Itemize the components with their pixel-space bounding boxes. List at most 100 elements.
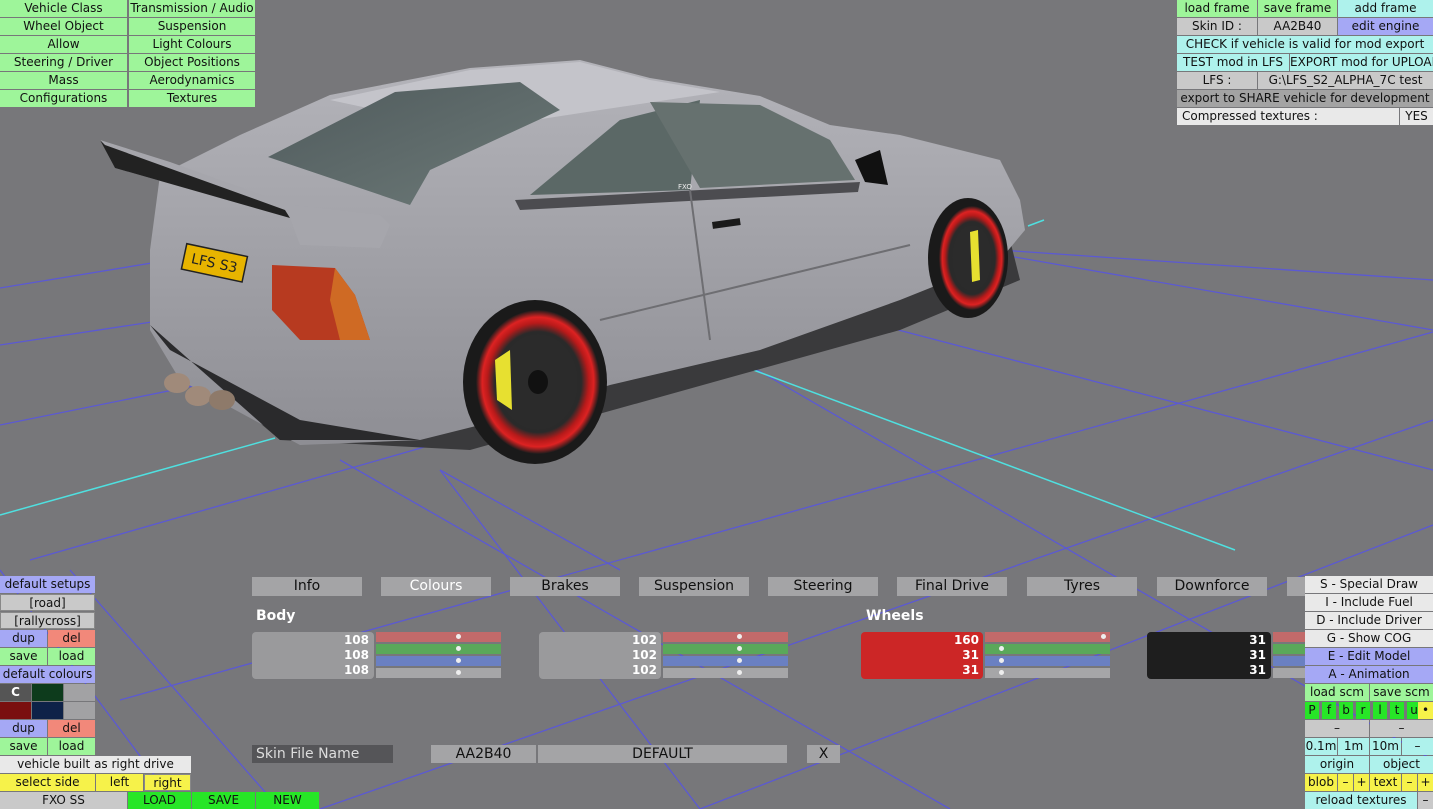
default-setups-button[interactable]: default setups (0, 576, 95, 593)
check-valid-button[interactable]: CHECK if vehicle is valid for mod export (1177, 36, 1433, 53)
wheels-2-green-slider[interactable] (1273, 644, 1305, 654)
skin-close-button[interactable]: X (807, 745, 840, 763)
tab-more[interactable] (1287, 577, 1305, 596)
test-mod-button[interactable]: TEST mod in LFS (1177, 54, 1289, 71)
body-2-red-slider[interactable] (663, 632, 788, 642)
add-frame-button[interactable]: add frame (1338, 0, 1433, 17)
body-2-blue-slider[interactable] (663, 656, 788, 666)
car-new-button[interactable]: NEW (256, 792, 319, 809)
lfs-path[interactable]: G:\LFS_S2_ALPHA_7C test (1258, 72, 1433, 89)
object-button[interactable]: object (1370, 756, 1433, 773)
setup-rallycross-button[interactable]: [rallycross] (0, 612, 95, 629)
menu-vehicle-class[interactable]: Vehicle Class (0, 0, 127, 17)
reload-textures-button[interactable]: reload textures (1305, 792, 1417, 809)
include-driver-toggle[interactable]: D - Include Driver (1305, 612, 1433, 629)
tab-brakes[interactable]: Brakes (510, 577, 620, 596)
save-scm-button[interactable]: save scm (1370, 684, 1433, 701)
menu-suspension[interactable]: Suspension (129, 18, 255, 35)
tab-downforce[interactable]: Downforce (1157, 577, 1267, 596)
export-share-button[interactable]: export to SHARE vehicle for development (1177, 90, 1433, 107)
colour-slot-grey-2[interactable] (64, 702, 95, 719)
tab-suspension[interactable]: Suspension (639, 577, 749, 596)
step-10m-button[interactable]: 10m (1370, 738, 1401, 755)
setup-road-button[interactable]: [road] (0, 594, 95, 611)
car-name-field[interactable]: FXO SS (0, 792, 127, 809)
wheels-2-alpha-slider[interactable] (1273, 668, 1305, 678)
text-minus-button[interactable]: – (1402, 774, 1417, 791)
view-l-button[interactable]: l (1373, 702, 1387, 719)
export-mod-button[interactable]: EXPORT mod for UPLOAD (1290, 54, 1433, 71)
compressed-textures-toggle[interactable]: YES (1400, 108, 1433, 125)
colour-load-button[interactable]: load (48, 738, 95, 755)
menu-mass[interactable]: Mass (0, 72, 127, 89)
save-frame-button[interactable]: save frame (1258, 0, 1337, 17)
step-01m-button[interactable]: 0.1m (1305, 738, 1337, 755)
view-p-button[interactable]: P (1305, 702, 1319, 719)
origin-button[interactable]: origin (1305, 756, 1369, 773)
side-left-button[interactable]: left (96, 774, 143, 791)
setup-dup-button[interactable]: dup (0, 630, 47, 647)
menu-transmission-audio[interactable]: Transmission / Audio (129, 0, 255, 17)
tab-tyres[interactable]: Tyres (1027, 577, 1137, 596)
skin-id-field[interactable]: AA2B40 (431, 745, 536, 763)
menu-textures[interactable]: Textures (129, 90, 255, 107)
text-plus-button[interactable]: + (1418, 774, 1433, 791)
blob-minus-button[interactable]: – (1338, 774, 1353, 791)
tab-info[interactable]: Info (252, 577, 362, 596)
colour-save-button[interactable]: save (0, 738, 47, 755)
default-colours-button[interactable]: default colours (0, 666, 95, 683)
blob-plus-button[interactable]: + (1354, 774, 1369, 791)
view-b-button[interactable]: b (1339, 702, 1353, 719)
side-right-button[interactable]: right (144, 774, 191, 791)
menu-light-colours[interactable]: Light Colours (129, 36, 255, 53)
setup-del-button[interactable]: del (48, 630, 95, 647)
wheels-1-alpha-slider[interactable] (985, 668, 1110, 678)
skin-name-field[interactable]: DEFAULT (538, 745, 787, 763)
menu-object-positions[interactable]: Object Positions (129, 54, 255, 71)
colour-del-button[interactable]: del (48, 720, 95, 737)
step-minus-right-button[interactable]: – (1370, 720, 1433, 737)
tab-final-drive[interactable]: Final Drive (897, 577, 1007, 596)
body-2-green-slider[interactable] (663, 644, 788, 654)
colour-slot-blue[interactable] (32, 702, 63, 719)
colour-slot-green[interactable] (32, 684, 63, 701)
view-f-button[interactable]: f (1322, 702, 1336, 719)
step-minus-button[interactable]: – (1402, 738, 1433, 755)
menu-allow[interactable]: Allow (0, 36, 127, 53)
wheels-1-red-slider[interactable] (985, 632, 1110, 642)
load-frame-button[interactable]: load frame (1177, 0, 1257, 17)
body-1-blue-slider[interactable] (376, 656, 501, 666)
wheels-1-green-slider[interactable] (985, 644, 1110, 654)
menu-aerodynamics[interactable]: Aerodynamics (129, 72, 255, 89)
body-1-green-slider[interactable] (376, 644, 501, 654)
body-2-alpha-slider[interactable] (663, 668, 788, 678)
setup-save-button[interactable]: save (0, 648, 47, 665)
tab-colours[interactable]: Colours (381, 577, 491, 596)
view-t-button[interactable]: t (1390, 702, 1404, 719)
view-dot-button[interactable]: • (1418, 702, 1433, 719)
car-load-button[interactable]: LOAD (128, 792, 191, 809)
wheels-2-red-slider[interactable] (1273, 632, 1305, 642)
colour-dup-button[interactable]: dup (0, 720, 47, 737)
colour-slot-grey-1[interactable] (64, 684, 95, 701)
colour-slot-red[interactable] (0, 702, 31, 719)
wheels-1-blue-slider[interactable] (985, 656, 1110, 666)
show-cog-toggle[interactable]: G - Show COG (1305, 630, 1433, 647)
setup-load-button[interactable]: load (48, 648, 95, 665)
step-1m-button[interactable]: 1m (1338, 738, 1369, 755)
view-r-button[interactable]: r (1356, 702, 1370, 719)
car-save-button[interactable]: SAVE (192, 792, 255, 809)
edit-model-button[interactable]: E - Edit Model (1305, 648, 1433, 665)
tab-steering[interactable]: Steering (768, 577, 878, 596)
load-scm-button[interactable]: load scm (1305, 684, 1369, 701)
wheels-2-blue-slider[interactable] (1273, 656, 1305, 666)
animation-button[interactable]: A - Animation (1305, 666, 1433, 683)
step-minus-left-button[interactable]: – (1305, 720, 1369, 737)
menu-wheel-object[interactable]: Wheel Object (0, 18, 127, 35)
special-draw-toggle[interactable]: S - Special Draw (1305, 576, 1433, 593)
body-1-red-slider[interactable] (376, 632, 501, 642)
include-fuel-toggle[interactable]: I - Include Fuel (1305, 594, 1433, 611)
reload-minus-button[interactable]: – (1418, 792, 1433, 809)
edit-engine-button[interactable]: edit engine (1338, 18, 1433, 35)
menu-steering-driver[interactable]: Steering / Driver (0, 54, 127, 71)
